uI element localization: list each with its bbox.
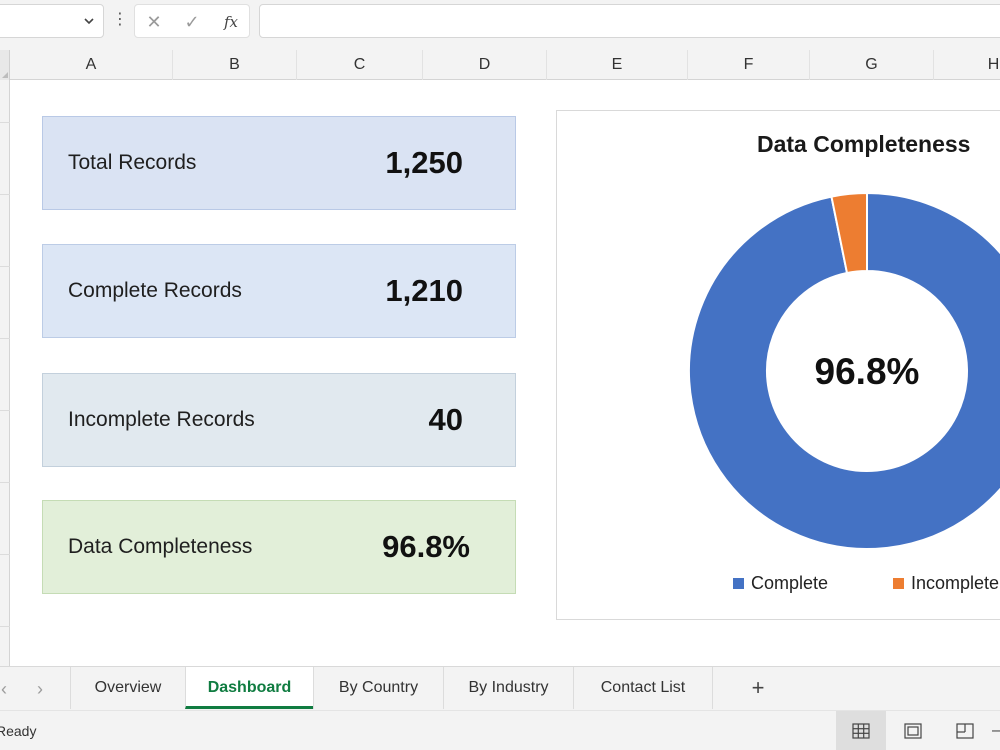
status-text: Ready	[0, 723, 37, 739]
status-bar: Ready –	[0, 710, 1000, 750]
normal-view-icon	[852, 723, 870, 739]
kpi-card-total-records[interactable]: Total Records 1,250	[42, 116, 516, 210]
column-headers: A B C D E F G H	[0, 50, 1000, 80]
kpi-card-complete-records[interactable]: Complete Records 1,210	[42, 244, 516, 338]
spreadsheet-window: ⋮ ✕ ✓ fx A B C D E F G H Total Records 1…	[0, 0, 1000, 750]
page-layout-view-icon	[904, 723, 922, 739]
sheet-tabs-bar: ‹ › Overview Dashboard By Country By Ind…	[0, 666, 1000, 710]
tab-dashboard[interactable]: Dashboard	[185, 667, 313, 709]
page-break-preview-icon	[956, 723, 974, 739]
kpi-card-data-completeness[interactable]: Data Completeness 96.8%	[42, 500, 516, 594]
more-options-icon[interactable]: ⋮	[112, 10, 128, 30]
enter-icon[interactable]: ✓	[182, 12, 202, 32]
legend-swatch-incomplete	[893, 577, 904, 589]
column-header-d[interactable]: D	[423, 50, 547, 80]
formula-input[interactable]	[259, 4, 1000, 38]
tab-contact-list[interactable]: Contact List	[573, 667, 713, 709]
legend-label: Complete	[751, 572, 829, 593]
formula-buttons: ✕ ✓ fx	[134, 4, 250, 38]
zoom-out-icon[interactable]: –	[992, 721, 1000, 741]
column-header-c[interactable]: C	[297, 50, 423, 80]
cancel-icon[interactable]: ✕	[144, 12, 164, 32]
kpi-card-incomplete-records[interactable]: Incomplete Records 40	[42, 373, 516, 467]
page-layout-view-button[interactable]	[888, 711, 938, 750]
insert-function-icon[interactable]: fx	[221, 12, 241, 32]
kpi-label: Total Records	[68, 151, 197, 174]
legend-item-incomplete: Incomplete	[893, 572, 999, 594]
kpi-label: Incomplete Records	[68, 408, 255, 431]
page-break-view-button[interactable]	[940, 711, 990, 750]
kpi-label: Data Completeness	[68, 535, 253, 558]
legend-item-complete: Complete	[733, 572, 828, 594]
sheet-grid[interactable]: Total Records 1,250 Complete Records 1,2…	[0, 80, 1000, 666]
formula-bar: ⋮ ✕ ✓ fx	[0, 0, 1000, 44]
row-headers	[0, 80, 10, 666]
column-header-a[interactable]: A	[10, 50, 173, 80]
legend-label: Incomplete	[911, 572, 1000, 593]
legend-swatch-complete	[733, 577, 744, 589]
column-header-e[interactable]: E	[547, 50, 688, 80]
kpi-value: 1,250	[385, 145, 463, 180]
column-header-h[interactable]: H	[934, 50, 1000, 80]
column-header-b[interactable]: B	[173, 50, 297, 80]
scroll-tabs-right-icon[interactable]: ›	[30, 677, 50, 701]
tab-by-industry[interactable]: By Industry	[443, 667, 573, 709]
name-box[interactable]	[0, 4, 104, 38]
kpi-value: 1,210	[385, 273, 463, 308]
chart-title: Data Completeness	[757, 131, 971, 157]
scroll-tabs-left-icon[interactable]: ‹	[0, 677, 14, 701]
normal-view-button[interactable]	[836, 711, 886, 750]
add-sheet-icon[interactable]: +	[746, 676, 770, 700]
column-header-g[interactable]: G	[810, 50, 934, 80]
tab-by-country[interactable]: By Country	[313, 667, 443, 709]
column-header-f[interactable]: F	[688, 50, 810, 80]
kpi-value: 96.8%	[382, 529, 470, 564]
kpi-label: Complete Records	[68, 279, 242, 302]
donut-chart[interactable]: Data Completeness 96.8% Complete Incompl…	[556, 110, 1000, 620]
donut-center-label: 96.8%	[814, 351, 920, 392]
select-all-corner[interactable]	[0, 50, 10, 80]
chevron-down-icon[interactable]	[83, 15, 95, 27]
kpi-value: 40	[428, 402, 463, 437]
tab-overview[interactable]: Overview	[70, 667, 185, 709]
